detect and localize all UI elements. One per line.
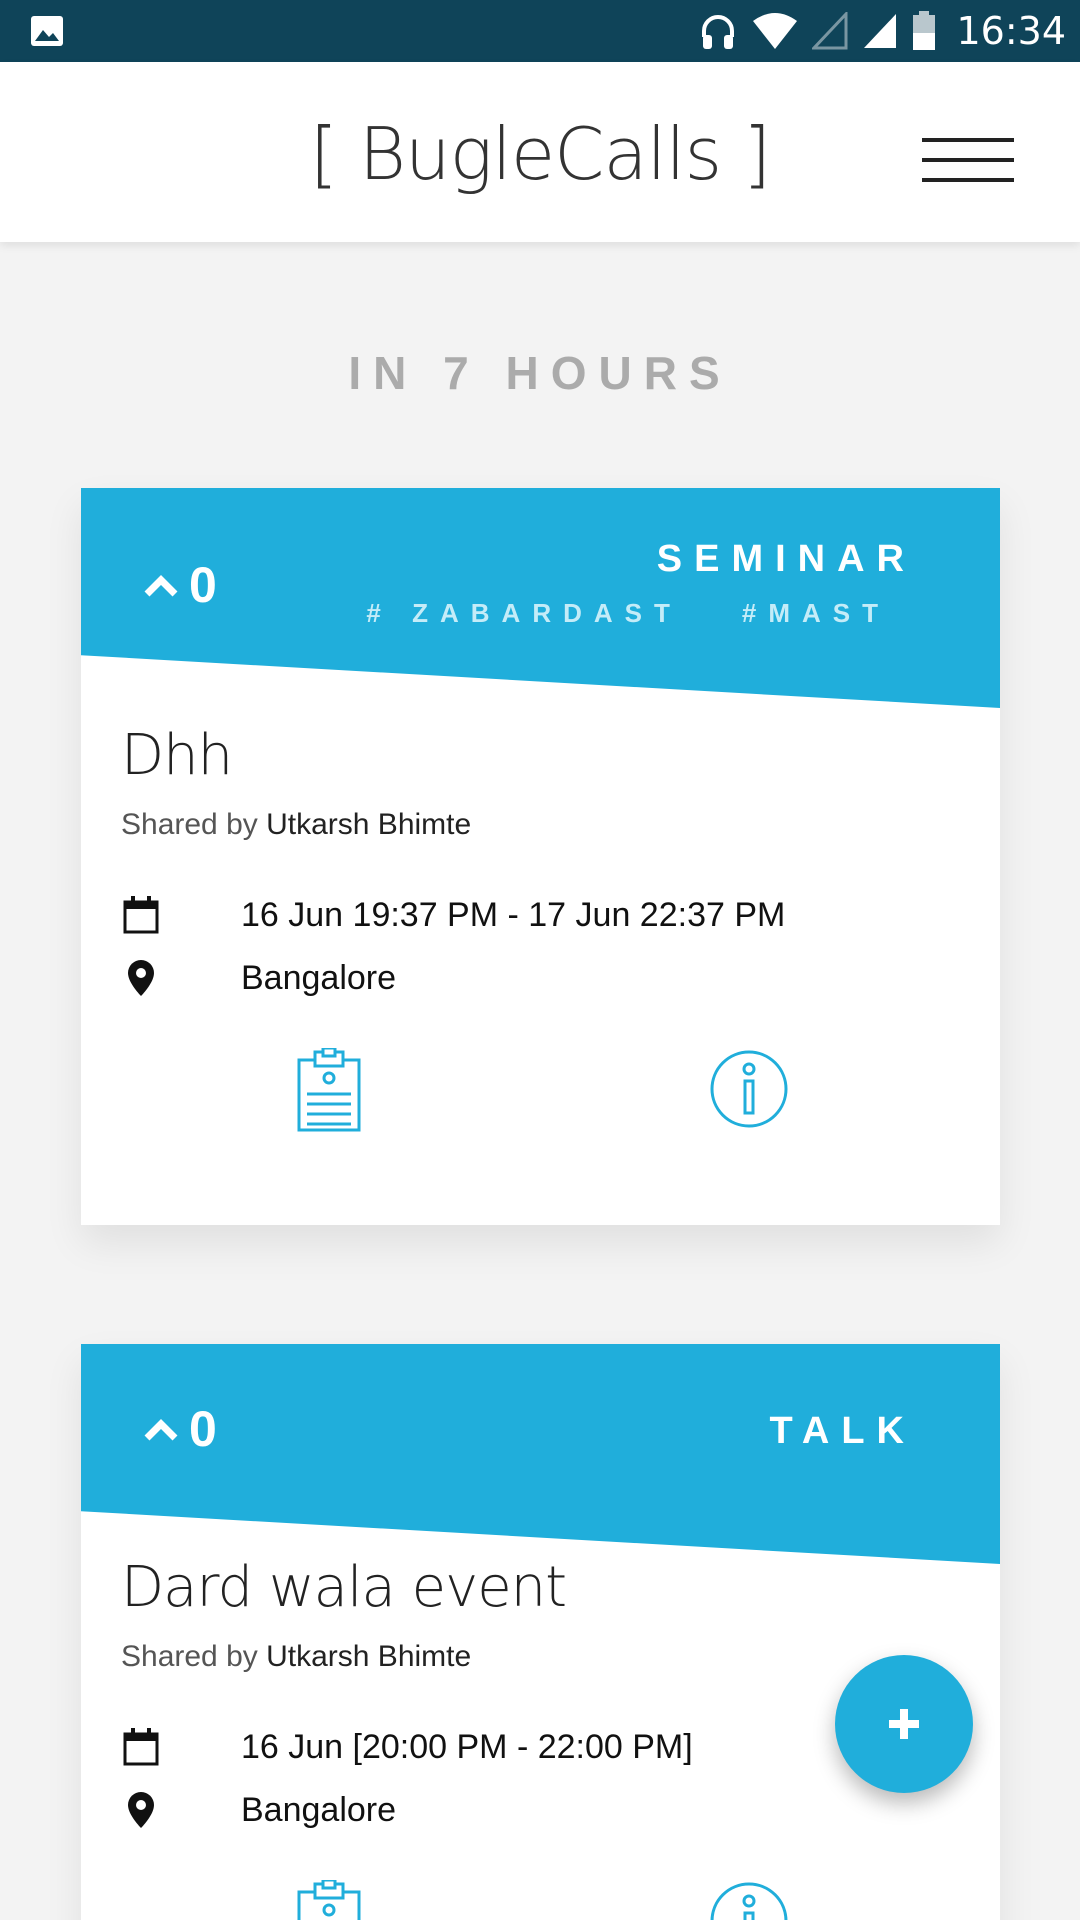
sharer-name[interactable]: Utkarsh Bhimte bbox=[266, 808, 471, 841]
sharer-name[interactable]: Utkarsh Bhimte bbox=[266, 1640, 471, 1673]
event-datetime: 16 Jun [20:00 PM - 22:00 PM] bbox=[241, 1727, 693, 1766]
signal-full-icon bbox=[864, 14, 897, 48]
clipboard-icon[interactable] bbox=[289, 1878, 369, 1920]
event-category: SEMINAR bbox=[656, 538, 916, 580]
event-card[interactable]: 0 TALK Dard wala event Shared by Utkarsh… bbox=[81, 1344, 1000, 1920]
headphones-icon bbox=[702, 15, 735, 49]
clock-time: 16:34 bbox=[956, 9, 1066, 53]
upvote-button[interactable]: 0 bbox=[141, 556, 217, 614]
wifi-icon bbox=[753, 13, 798, 49]
battery-icon bbox=[913, 11, 936, 50]
info-icon[interactable] bbox=[709, 1049, 789, 1133]
location-pin-icon bbox=[121, 1790, 161, 1830]
event-location: Bangalore bbox=[241, 1790, 397, 1829]
location-pin-icon bbox=[121, 958, 161, 998]
event-location-row: Bangalore bbox=[121, 1790, 396, 1830]
calendar-icon bbox=[121, 895, 161, 935]
chevron-up-icon bbox=[144, 1419, 178, 1441]
event-tags: # ZABARDAST #MAST bbox=[366, 598, 890, 629]
section-heading: IN 7 HOURS bbox=[348, 347, 732, 399]
add-event-button[interactable] bbox=[835, 1655, 973, 1793]
app-bar: [ BugleCalls ] bbox=[0, 62, 1080, 242]
event-category: TALK bbox=[769, 1410, 916, 1452]
event-tag[interactable]: #MAST bbox=[742, 598, 890, 629]
shared-by: Shared by Utkarsh Bhimte bbox=[121, 1640, 471, 1674]
status-bar: 16:34 bbox=[0, 0, 1080, 62]
upvote-count: 0 bbox=[189, 557, 217, 613]
event-title[interactable]: Dhh bbox=[121, 723, 233, 788]
event-card[interactable]: 0 SEMINAR # ZABARDAST #MAST Dhh Shared b… bbox=[81, 488, 1000, 1225]
chevron-up-icon bbox=[144, 575, 178, 597]
event-datetime-row: 16 Jun [20:00 PM - 22:00 PM] bbox=[121, 1727, 693, 1767]
event-location: Bangalore bbox=[241, 958, 397, 997]
upvote-count: 0 bbox=[189, 1401, 217, 1457]
card-header-band bbox=[81, 1344, 1000, 1564]
event-title[interactable]: Dard wala event bbox=[121, 1555, 567, 1620]
clipboard-icon[interactable] bbox=[289, 1046, 369, 1132]
plus-icon bbox=[889, 1709, 919, 1739]
event-datetime-row: 16 Jun 19:37 PM - 17 Jun 22:37 PM bbox=[121, 895, 785, 935]
upvote-button[interactable]: 0 bbox=[141, 1400, 217, 1458]
shared-by-label: Shared by bbox=[121, 808, 258, 841]
gallery-icon bbox=[31, 16, 63, 46]
event-location-row: Bangalore bbox=[121, 958, 396, 998]
event-datetime: 16 Jun 19:37 PM - 17 Jun 22:37 PM bbox=[241, 895, 786, 934]
info-icon[interactable] bbox=[709, 1881, 789, 1920]
calendar-icon bbox=[121, 1727, 161, 1767]
shared-by-label: Shared by bbox=[121, 1640, 258, 1673]
hamburger-menu-icon[interactable] bbox=[918, 132, 1018, 188]
shared-by: Shared by Utkarsh Bhimte bbox=[121, 808, 471, 842]
event-tag[interactable]: # ZABARDAST bbox=[366, 598, 681, 629]
signal-empty-icon bbox=[812, 12, 848, 50]
